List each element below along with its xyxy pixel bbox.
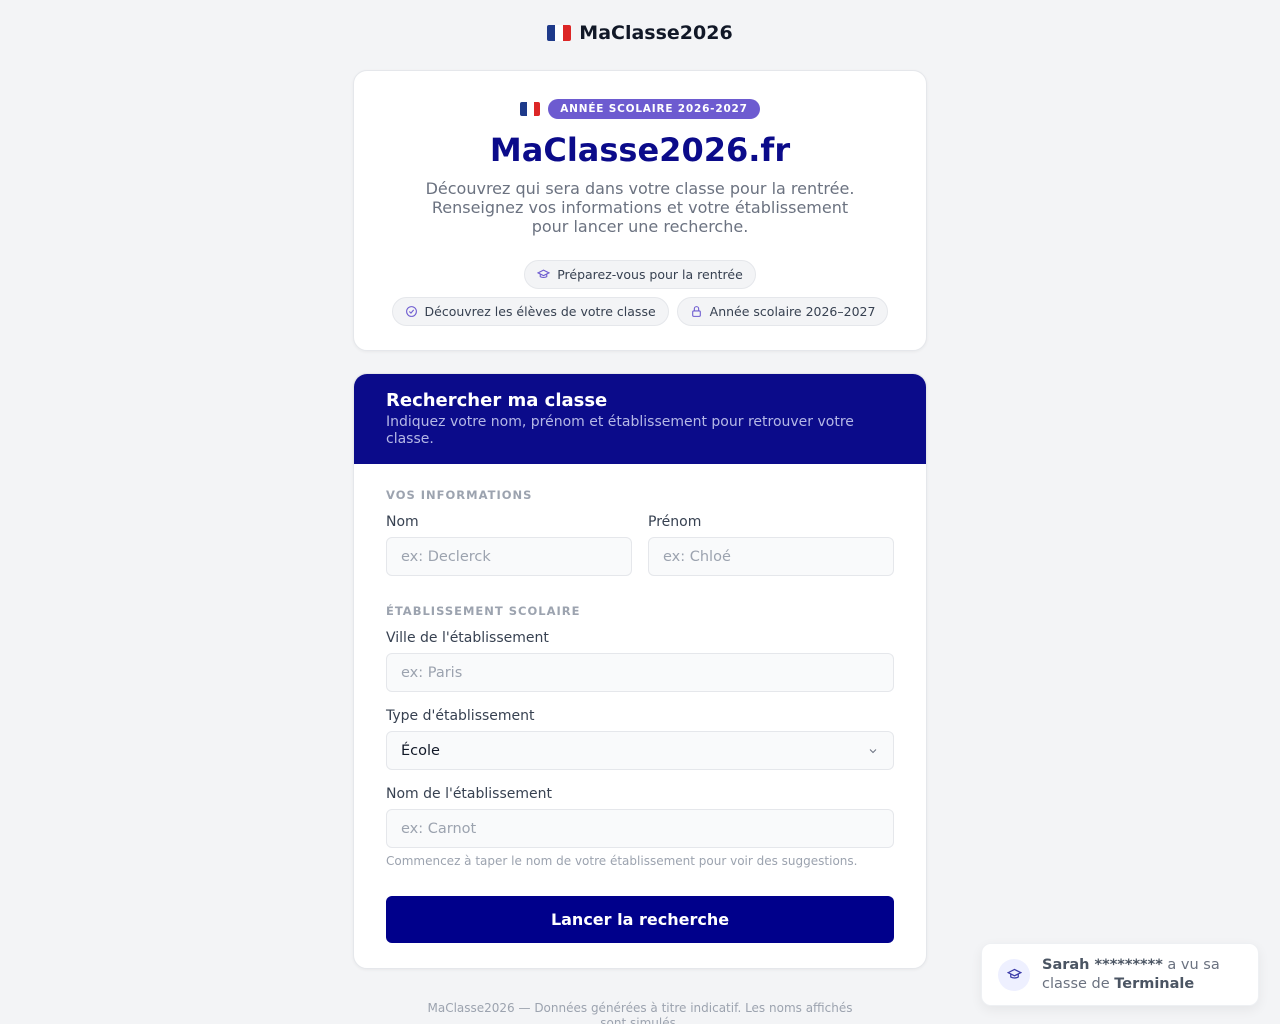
section-label-school: ÉTABLISSEMENT SCOLAIRE — [386, 604, 581, 618]
check-circle-icon — [405, 306, 417, 317]
type-label: Type d'établissement — [386, 708, 535, 724]
form-title: Rechercher ma classe — [386, 390, 608, 411]
search-button[interactable]: Lancer la recherche — [386, 896, 894, 943]
search-form-card: Rechercher ma classe Indiquez votre nom,… — [353, 373, 927, 969]
pill-prepare: Préparez-vous pour la rentrée — [524, 260, 756, 289]
school-year-badge: ANNÉE SCOLAIRE 2026-2027 — [548, 99, 760, 119]
graduation-cap-icon — [1006, 968, 1022, 979]
ville-label: Ville de l'établissement — [386, 630, 549, 646]
toast-message: Sarah ********* a vu sa classe de Termin… — [1042, 956, 1242, 994]
hero-card: ANNÉE SCOLAIRE 2026-2027 MaClasse2026.fr… — [353, 70, 927, 351]
pill-discover: Découvrez les élèves de votre classe — [391, 297, 669, 326]
ville-input[interactable] — [386, 653, 894, 692]
lock-icon — [691, 306, 701, 317]
activity-toast: Sarah ********* a vu sa classe de Termin… — [981, 943, 1259, 1006]
hero-description: Découvrez qui sera dans votre classe pou… — [425, 179, 855, 236]
feature-pills: Préparez-vous pour la rentrée Découvrez … — [354, 260, 926, 326]
etab-label: Nom de l'établissement — [386, 786, 552, 802]
france-flag-icon — [520, 102, 541, 116]
prenom-label: Prénom — [648, 514, 702, 530]
hero-title: MaClasse2026.fr — [489, 131, 791, 169]
nom-input[interactable] — [386, 537, 632, 576]
footer-text: MaClasse2026 — Données générées à titre … — [427, 1001, 853, 1024]
brand-name: MaClasse2026 — [579, 22, 733, 44]
france-flag-icon — [547, 25, 572, 41]
top-brand-bar: MaClasse2026 — [0, 22, 1280, 44]
toast-avatar — [998, 958, 1030, 991]
chevron-down-icon — [869, 748, 877, 753]
nom-label: Nom — [386, 514, 419, 530]
form-header: Rechercher ma classe Indiquez votre nom,… — [354, 374, 926, 464]
etablissement-input[interactable] — [386, 809, 894, 848]
toast-class: Terminale — [1114, 975, 1195, 992]
pill-year: Année scolaire 2026–2027 — [676, 297, 889, 326]
toast-name: Sarah ********* — [1042, 956, 1163, 973]
section-label-info: VOS INFORMATIONS — [386, 488, 533, 502]
form-subtitle: Indiquez votre nom, prénom et établissem… — [386, 414, 854, 447]
graduation-cap-icon — [537, 269, 551, 279]
type-select[interactable]: École — [386, 731, 894, 770]
prenom-input[interactable] — [648, 537, 894, 576]
type-select-value: École — [401, 742, 440, 759]
etab-hint: Commencez à taper le nom de votre établi… — [386, 854, 858, 868]
